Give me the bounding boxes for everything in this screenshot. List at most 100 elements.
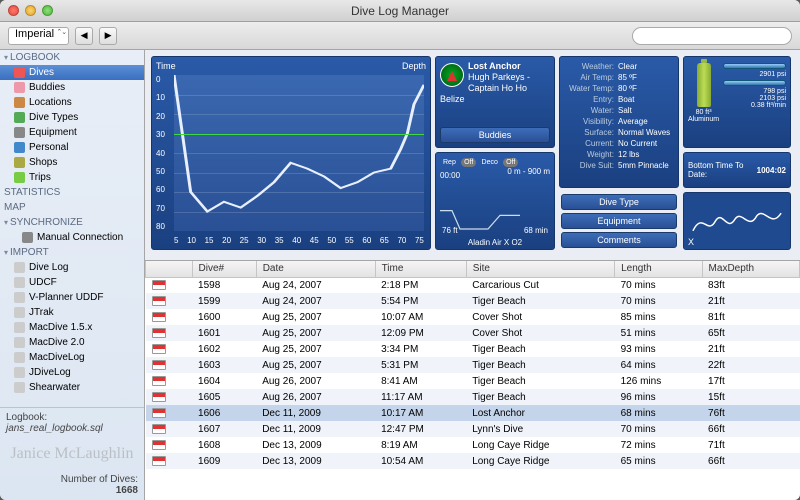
column-header[interactable]	[146, 261, 193, 277]
sidebar-item-icon	[14, 307, 25, 318]
sidebar-item[interactable]: Dive Log	[0, 260, 144, 275]
sidebar-item[interactable]: Dive Types	[0, 110, 144, 125]
rep-toggle[interactable]: Off	[461, 158, 476, 167]
sidebar-item[interactable]: Trips	[0, 170, 144, 185]
sidebar-item-icon	[14, 352, 25, 363]
dive-profile-card: TimeDepth 01020304050607080 39 ft 510152…	[151, 56, 431, 250]
sidebar-item-icon	[22, 232, 33, 243]
column-header[interactable]: Length	[615, 261, 702, 277]
deco-toggle[interactable]: Off	[503, 158, 518, 167]
main-pane: TimeDepth 01020304050607080 39 ft 510152…	[145, 50, 800, 500]
title-bar: Dive Log Manager	[0, 0, 800, 22]
flag-icon	[152, 360, 166, 370]
profile-time-label: Time	[156, 61, 176, 71]
sidebar-item[interactable]: MacDiveLog	[0, 350, 144, 365]
flag-icon	[152, 424, 166, 434]
units-select[interactable]: Imperial	[8, 27, 69, 45]
signature-icon	[688, 197, 786, 245]
sidebar-item[interactable]: Dives	[0, 65, 144, 80]
sidebar-section[interactable]: MAP	[0, 200, 144, 215]
tanks-card: 80 ft³Aluminum 2901 psi798 psi2103 psi0.…	[683, 56, 791, 148]
flag-icon	[152, 408, 166, 418]
table-row[interactable]: 1607Dec 11, 200912:47 PMLynn's Dive70 mi…	[146, 421, 800, 437]
sidebar-item[interactable]: Shearwater	[0, 380, 144, 395]
sidebar-item[interactable]: Personal	[0, 140, 144, 155]
sidebar-item-label: JTrak	[29, 307, 54, 318]
nav-prev-button[interactable]: ◀	[75, 27, 93, 45]
sidebar-item[interactable]: UDCF	[0, 275, 144, 290]
toolbar: Imperial ◀ ▶	[0, 22, 800, 50]
signature-card: X	[683, 192, 791, 250]
close-icon[interactable]	[8, 5, 19, 16]
minimize-icon[interactable]	[25, 5, 36, 16]
computer-model: Aladin Air X O2	[436, 238, 554, 247]
column-header[interactable]: Time	[375, 261, 466, 277]
buddies-button[interactable]: Buddies	[440, 127, 550, 143]
comments-button[interactable]: Comments	[561, 232, 677, 248]
table-row[interactable]: 1603Aug 25, 20075:31 PMTiger Beach64 min…	[146, 357, 800, 373]
sidebar-section[interactable]: STATISTICS	[0, 185, 144, 200]
table-row[interactable]: 1599Aug 24, 20075:54 PMTiger Beach70 min…	[146, 293, 800, 309]
sidebar-item[interactable]: Manual Connection	[0, 230, 144, 245]
sidebar-item[interactable]: MacDive 1.5.x	[0, 320, 144, 335]
equipment-button[interactable]: Equipment	[561, 213, 677, 229]
sidebar-item[interactable]: Shops	[0, 155, 144, 170]
sidebar-item-icon	[14, 82, 25, 93]
table-row[interactable]: 1608Dec 13, 20098:19 AMLong Caye Ridge72…	[146, 437, 800, 453]
sidebar-item-label: UDCF	[29, 277, 57, 288]
table-row[interactable]: 1598Aug 24, 20072:18 PMCarcarious Cut70 …	[146, 277, 800, 293]
column-header[interactable]: Date	[256, 261, 375, 277]
flag-icon	[152, 296, 166, 306]
search-input[interactable]	[632, 27, 792, 45]
profile-depth-label: Depth	[402, 61, 426, 71]
sidebar-item-label: Buddies	[29, 82, 65, 93]
profile-chart[interactable]: 39 ft	[174, 75, 424, 231]
logbook-label: Logbook:	[6, 412, 138, 423]
site-name: Lost Anchor	[468, 61, 521, 71]
dive-table[interactable]: Dive#DateTimeSiteLengthMaxDepth 1598Aug …	[145, 260, 800, 500]
sidebar-item-label: Shops	[29, 157, 57, 168]
dive-type-button[interactable]: Dive Type	[561, 194, 677, 210]
sidebar-item-icon	[14, 67, 25, 78]
table-row[interactable]: 1606Dec 11, 200910:17 AMLost Anchor68 mi…	[146, 405, 800, 421]
tank-icon	[697, 63, 711, 107]
sidebar-item[interactable]: Locations	[0, 95, 144, 110]
action-buttons: Dive Type Equipment Comments	[559, 192, 679, 250]
sidebar-item-icon	[14, 322, 25, 333]
computer-card: Rep Off Deco Off 0 m - 900 m 00:00 76 ft…	[435, 152, 555, 250]
sidebar-item[interactable]: JTrak	[0, 305, 144, 320]
site-operator: Hugh Parkeys - Captain Ho Ho	[468, 72, 530, 93]
sidebar-header[interactable]: LOGBOOK	[0, 50, 144, 65]
table-row[interactable]: 1602Aug 25, 20073:34 PMTiger Beach93 min…	[146, 341, 800, 357]
bottom-time-label: Bottom Time To Date:	[688, 161, 757, 179]
sidebar-item-label: Dive Types	[29, 112, 78, 123]
sidebar-header[interactable]: SYNCHRONIZE	[0, 215, 144, 230]
sidebar-item-icon	[14, 142, 25, 153]
flag-icon	[152, 328, 166, 338]
table-row[interactable]: 1609Dec 13, 200910:54 AMLong Caye Ridge6…	[146, 453, 800, 469]
column-header[interactable]: Dive#	[192, 261, 256, 277]
depth-marker: 39 ft	[174, 134, 424, 135]
column-header[interactable]: MaxDepth	[702, 261, 799, 277]
sidebar-item-label: Equipment	[29, 127, 77, 138]
table-row[interactable]: 1604Aug 26, 20078:41 AMTiger Beach126 mi…	[146, 373, 800, 389]
flag-icon	[152, 344, 166, 354]
sidebar-item[interactable]: V-Planner UDDF	[0, 290, 144, 305]
table-row[interactable]: 1600Aug 25, 200710:07 AMCover Shot85 min…	[146, 309, 800, 325]
sidebar-item-label: Trips	[29, 172, 51, 183]
sidebar-header[interactable]: IMPORT	[0, 245, 144, 260]
sidebar-item[interactable]: JDiveLog	[0, 365, 144, 380]
sidebar-item[interactable]: Buddies	[0, 80, 144, 95]
table-row[interactable]: 1605Aug 26, 200711:17 AMTiger Beach96 mi…	[146, 389, 800, 405]
sidebar-item-label: Shearwater	[29, 382, 80, 393]
zoom-icon[interactable]	[42, 5, 53, 16]
flag-icon	[152, 376, 166, 386]
nav-next-button[interactable]: ▶	[99, 27, 117, 45]
table-row[interactable]: 1601Aug 25, 200712:09 PMCover Shot51 min…	[146, 325, 800, 341]
sidebar-item[interactable]: MacDive 2.0	[0, 335, 144, 350]
sidebar-item[interactable]: Equipment	[0, 125, 144, 140]
column-header[interactable]: Site	[466, 261, 614, 277]
sidebar-item-label: V-Planner UDDF	[29, 292, 103, 303]
compass-icon	[440, 63, 464, 87]
logbook-name: jans_real_logbook.sql	[6, 423, 138, 434]
